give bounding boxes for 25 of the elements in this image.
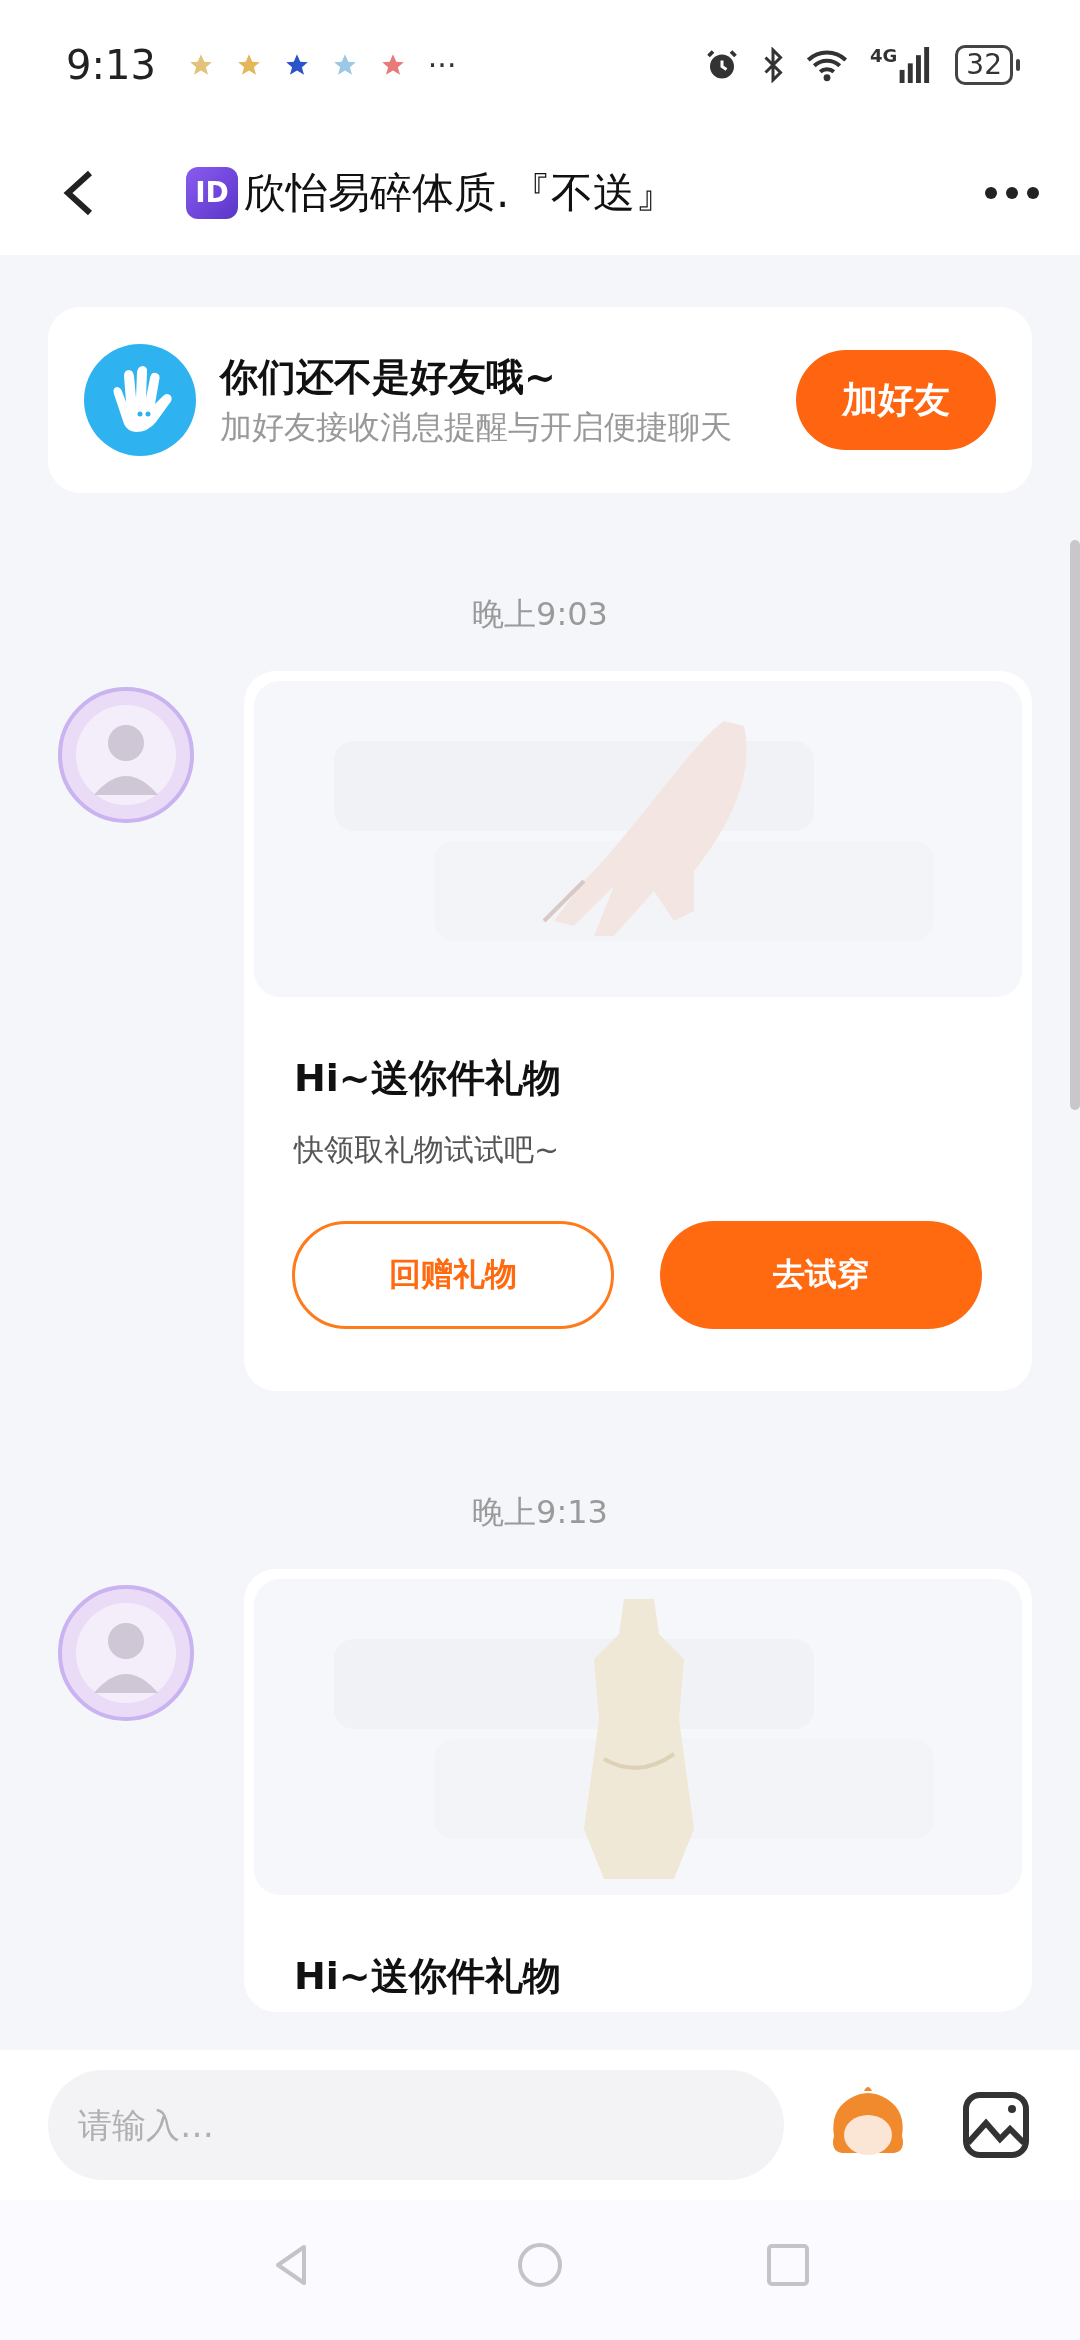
timestamp: 晚上9:13 bbox=[472, 1493, 608, 1531]
gift-subtitle: 快领取礼物试试吧~ bbox=[294, 1131, 560, 1169]
try-on-button[interactable]: 去试穿 bbox=[660, 1221, 982, 1329]
return-gift-button[interactable]: 回赠礼物 bbox=[292, 1221, 614, 1329]
network-type: 4G bbox=[870, 47, 898, 65]
banner-title: 你们还不是好友哦~ bbox=[220, 353, 557, 401]
clock: 9:13 bbox=[66, 42, 156, 88]
message-input[interactable]: 请输入… bbox=[48, 2070, 784, 2180]
home-nav-icon[interactable] bbox=[516, 2241, 564, 2289]
wifi-icon bbox=[806, 48, 849, 82]
more-notifications: ··· bbox=[427, 47, 457, 83]
avatar[interactable] bbox=[56, 1583, 196, 1723]
timestamp: 晚上9:03 bbox=[472, 595, 608, 633]
add-friend-button[interactable]: 加好友 bbox=[796, 350, 996, 450]
battery-level: 32 bbox=[955, 45, 1013, 85]
recents-nav-icon[interactable] bbox=[764, 2241, 812, 2289]
bluetooth-icon bbox=[762, 47, 785, 83]
banner-message: 加好友接收消息提醒与开启便捷聊天 bbox=[220, 406, 733, 448]
chat-title: 欣怡易碎体质.『不送』 bbox=[244, 166, 678, 219]
id-badge: ID bbox=[186, 166, 238, 219]
gift-title: Hi~送你件礼物 bbox=[294, 1953, 561, 2000]
waving-hand-icon bbox=[84, 344, 196, 456]
avatar[interactable] bbox=[56, 685, 196, 825]
more-icon[interactable] bbox=[984, 185, 1040, 200]
gift-title: Hi~送你件礼物 bbox=[294, 1055, 561, 1102]
